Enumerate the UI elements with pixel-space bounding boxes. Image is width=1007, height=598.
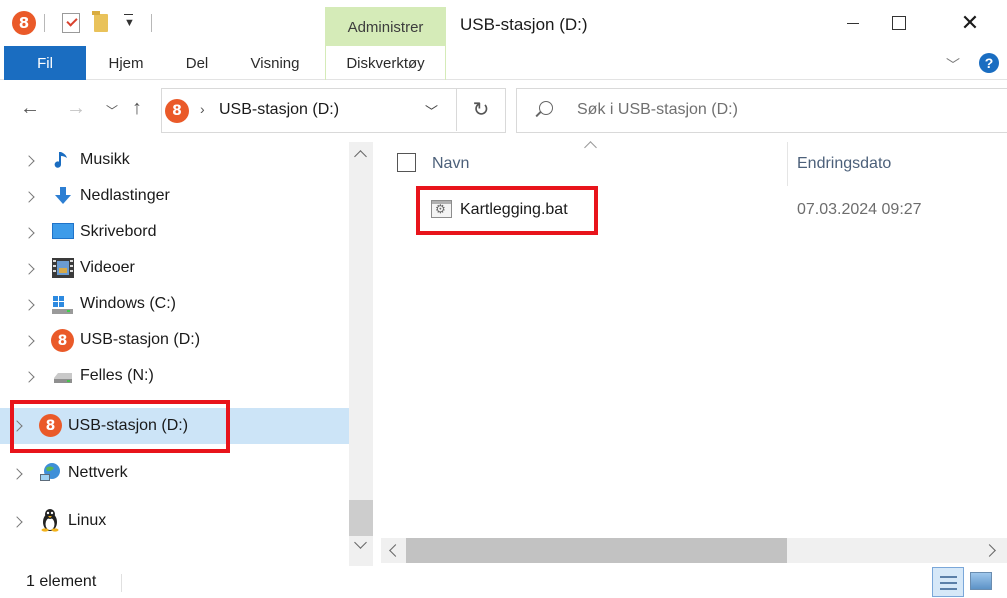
maximize-button[interactable] — [876, 0, 922, 46]
help-icon[interactable]: ? — [979, 53, 999, 73]
column-divider[interactable] — [787, 142, 788, 186]
column-header-row: Navn Endringsdato — [373, 141, 1007, 186]
toolbar-divider — [44, 14, 45, 32]
ribbon-expand-chevron-icon[interactable]: ﹀ — [946, 55, 960, 75]
ribbon-tabs: Fil Hjem Del Visning Diskverktøy ﹀ ? — [0, 46, 1007, 80]
scroll-up-chevron-icon[interactable] — [354, 150, 367, 163]
column-header-name[interactable]: Navn — [432, 155, 469, 173]
item-count: 1 element — [26, 573, 97, 590]
linux-icon — [39, 508, 61, 532]
desktop-icon — [52, 221, 74, 243]
maximize-icon — [892, 16, 906, 30]
status-bar: 1 element — [0, 566, 1007, 598]
search-icon — [539, 101, 553, 115]
search-box[interactable]: Søk i USB-stasjon (D:) — [516, 88, 1007, 133]
details-view-button[interactable] — [932, 567, 964, 597]
tab-del[interactable]: Del — [172, 46, 222, 80]
nav-item-usb-stasjon[interactable]: 8 USB-stasjon (D:) — [0, 323, 349, 359]
highlight-usb-drive — [10, 400, 230, 453]
breadcrumb-current[interactable]: USB-stasjon (D:) — [219, 101, 339, 119]
scroll-down-chevron-icon[interactable] — [354, 536, 367, 549]
nav-label: Nettverk — [68, 464, 128, 481]
nav-label: Musikk — [80, 151, 130, 168]
nav-item-videoer[interactable]: Videoer — [0, 251, 349, 287]
highlight-file — [416, 186, 598, 235]
content-scrollbar[interactable] — [381, 538, 1007, 563]
nav-item-linux[interactable]: Linux — [0, 504, 349, 540]
expand-chevron-icon[interactable] — [23, 371, 35, 383]
file-date: 07.03.2024 09:27 — [797, 201, 922, 218]
usb-drive-icon: 8 — [165, 99, 189, 123]
select-all-checkbox[interactable] — [397, 153, 416, 172]
forward-arrow-icon[interactable]: → — [66, 97, 86, 120]
nav-item-musikk[interactable]: Musikk — [0, 143, 349, 179]
expand-chevron-icon[interactable] — [23, 155, 35, 167]
toolbar-divider — [151, 14, 152, 32]
tab-diskverktoy[interactable]: Diskverktøy — [325, 46, 446, 80]
usb-drive-icon: 8 — [51, 329, 74, 352]
expand-chevron-icon[interactable] — [11, 516, 23, 528]
scroll-right-chevron-icon[interactable] — [983, 544, 996, 557]
expand-chevron-icon[interactable] — [23, 227, 35, 239]
search-input[interactable]: Søk i USB-stasjon (D:) — [577, 101, 738, 119]
scroll-left-chevron-icon[interactable] — [389, 544, 402, 557]
nav-label: Felles (N:) — [80, 367, 154, 384]
context-tab-header: Administrer — [325, 7, 446, 46]
music-icon — [52, 149, 74, 171]
breadcrumb-chevron-icon[interactable]: › — [200, 101, 205, 117]
nav-label: Nedlastinger — [80, 187, 170, 204]
tab-hjem[interactable]: Hjem — [96, 46, 156, 80]
nav-item-nedlastinger[interactable]: Nedlastinger — [0, 179, 349, 215]
window-title: USB-stasjon (D:) — [460, 15, 588, 34]
details-view-icon — [940, 576, 957, 578]
quick-access-dropdown-icon[interactable]: ▼ — [124, 14, 135, 29]
nav-item-felles-n[interactable]: Felles (N:) — [0, 359, 349, 395]
network-icon — [40, 462, 62, 484]
expand-chevron-icon[interactable] — [23, 191, 35, 203]
status-divider — [121, 574, 122, 592]
download-icon — [52, 185, 74, 207]
address-row: ← → ﹀ ↑ 8 › USB-stasjon (D:) ﹀ ↻ Søk i U… — [0, 80, 1007, 142]
new-folder-icon[interactable] — [92, 11, 108, 32]
recent-locations-chevron-icon[interactable]: ﹀ — [106, 102, 118, 119]
expand-chevron-icon[interactable] — [11, 468, 23, 480]
nav-item-nettverk[interactable]: Nettverk — [0, 456, 349, 492]
minimize-button[interactable] — [830, 0, 876, 46]
title-bar: 8 ▼ Administrer USB-stasjon (D:) ✕ — [0, 0, 1007, 46]
windows-drive-icon — [52, 293, 74, 315]
expand-chevron-icon[interactable] — [23, 335, 35, 347]
app-logo-icon[interactable]: 8 — [12, 11, 36, 35]
nav-label: Videoer — [80, 259, 135, 276]
nav-label: Windows (C:) — [80, 295, 177, 312]
address-dropdown-icon[interactable]: ﹀ — [425, 101, 438, 120]
nav-label: USB-stasjon (D:) — [80, 331, 201, 348]
video-icon — [52, 257, 74, 279]
expand-chevron-icon[interactable] — [23, 263, 35, 275]
scroll-thumb[interactable] — [349, 500, 373, 536]
nav-item-windows-c[interactable]: Windows (C:) — [0, 287, 349, 323]
column-header-date[interactable]: Endringsdato — [797, 155, 891, 173]
large-icons-view-button[interactable] — [970, 572, 992, 590]
details-view-icon — [940, 588, 957, 590]
up-arrow-icon[interactable]: ↑ — [132, 97, 142, 120]
navigation-pane: Musikk Nedlastinger Skrivebord Videoer W… — [0, 142, 349, 566]
properties-icon[interactable] — [62, 13, 80, 33]
nav-label: Linux — [68, 512, 107, 529]
navigation-scrollbar[interactable] — [349, 142, 373, 566]
expand-chevron-icon[interactable] — [23, 299, 35, 311]
close-button[interactable]: ✕ — [947, 0, 993, 46]
address-bar[interactable]: 8 › USB-stasjon (D:) ﹀ — [161, 88, 506, 133]
sort-up-chevron-icon — [584, 141, 597, 154]
tab-fil[interactable]: Fil — [4, 46, 86, 80]
minimize-icon — [847, 22, 859, 24]
nav-label: Skrivebord — [80, 223, 157, 240]
details-view-icon — [940, 582, 957, 584]
network-drive-icon — [52, 365, 74, 387]
scroll-thumb[interactable] — [406, 538, 787, 563]
tab-visning[interactable]: Visning — [236, 46, 314, 80]
back-arrow-icon[interactable]: ← — [20, 97, 40, 120]
nav-item-skrivebord[interactable]: Skrivebord — [0, 215, 349, 251]
refresh-button[interactable]: ↻ — [456, 88, 505, 131]
